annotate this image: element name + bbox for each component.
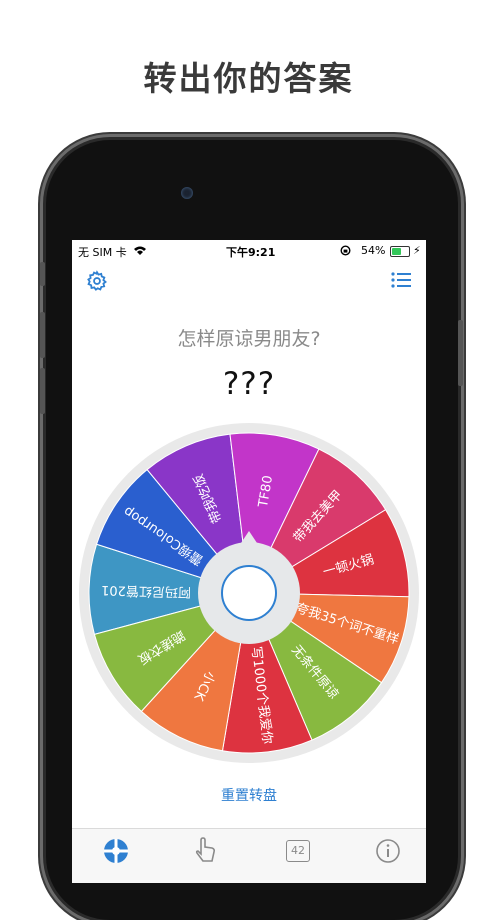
wifi-icon [134,246,146,255]
spin-wheel[interactable]: 阿玛尼红管201蕾缎Colourpop带我吃饭 TF80 带我去美甲一顿火锅夸我35… [77,421,421,765]
volume-down-button [40,368,45,414]
volume-up-button [40,312,45,358]
number-icon[interactable]: 42 [278,833,318,869]
battery-icon [390,246,410,257]
wheel-segment-label: 阿玛尼红管201 [101,582,191,600]
battery-level [392,248,401,255]
tab-bar: 42 [72,828,426,883]
clock-text: 下午9:21 [226,246,276,259]
rotation-lock-icon [340,245,351,256]
gear-icon[interactable] [86,270,108,292]
result-text: ??? [222,366,276,402]
info-icon[interactable] [368,833,408,869]
charging-icon: ⚡ [413,244,421,257]
number-tab-label: 42 [286,840,310,862]
battery-percent: 54% [361,244,386,257]
tap-icon[interactable] [186,833,226,869]
wheel-icon[interactable] [96,833,136,869]
mute-switch [40,262,45,286]
list-icon[interactable] [390,270,412,290]
question-title: 怎样原谅男朋友? [177,328,321,350]
app-screen: 无 SIM 卡 下午9:21 54% ⚡ 怎样原谅男朋友? ??? 阿玛尼红管2… [72,240,426,883]
status-bar: 无 SIM 卡 下午9:21 54% ⚡ [72,240,426,262]
front-camera [181,187,193,199]
headline: 转出你的答案 [143,59,354,98]
reset-wheel-button[interactable]: 重置转盘 [72,785,426,805]
spin-button[interactable] [221,565,277,621]
carrier-text: 无 SIM 卡 [78,246,127,259]
power-button [458,320,463,386]
